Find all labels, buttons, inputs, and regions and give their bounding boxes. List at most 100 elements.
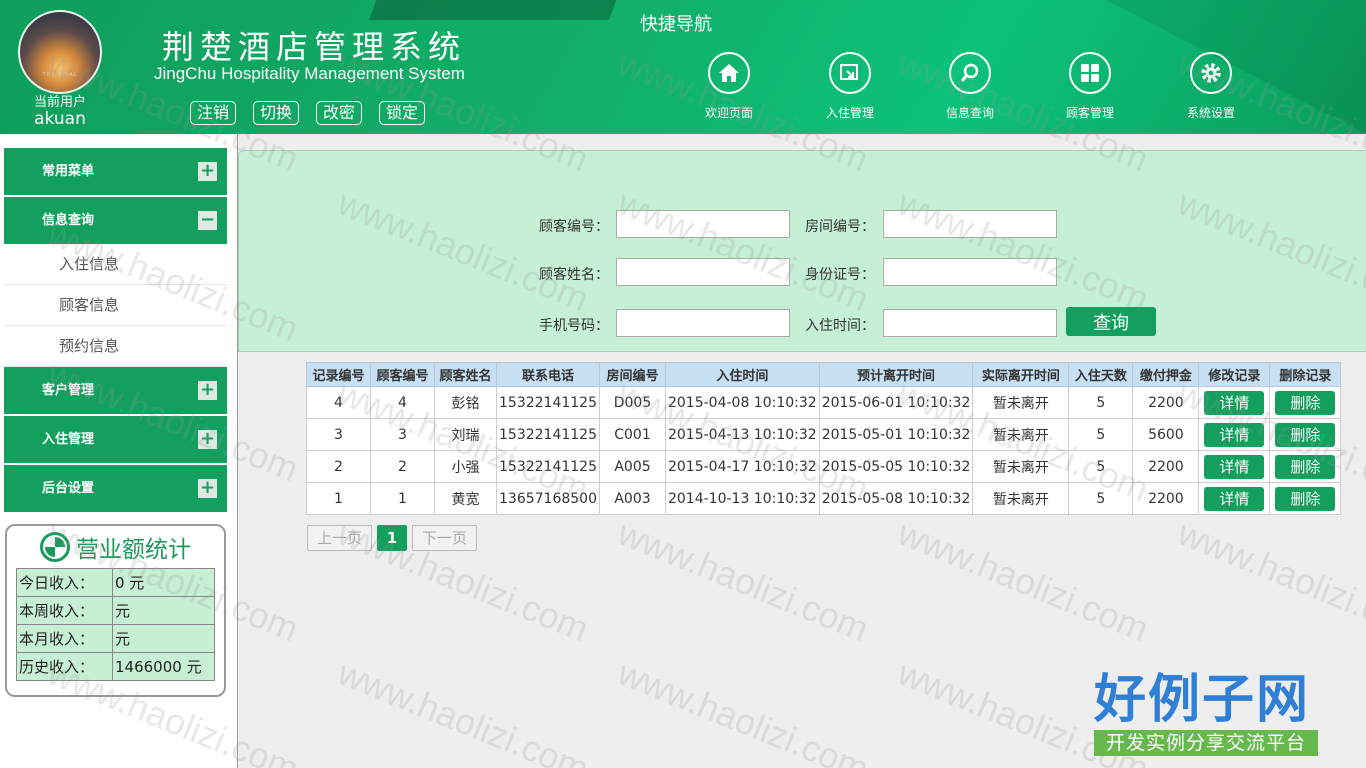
sidebar-item-customer-info[interactable]: 顾客信息 [4, 285, 227, 326]
pie-chart-icon [40, 532, 70, 562]
cell-customer-name: 彭铭 [434, 386, 497, 419]
customer-name-label: 顾客姓名： [539, 267, 609, 283]
phone-input[interactable] [616, 309, 790, 337]
table-row[interactable]: 1 1 黄宽 13657168500 A003 2014-10-13 10:10:32 20… [306, 482, 1342, 515]
checkin-time-input[interactable] [883, 309, 1057, 337]
menu-checkin-management[interactable]: 入住管理 + [4, 416, 227, 463]
delete-button[interactable]: 删除 [1275, 454, 1336, 479]
cell-record-id: 3 [306, 418, 371, 451]
menu-info-query[interactable]: 信息查询 − [4, 197, 227, 244]
room-id-input[interactable] [883, 210, 1057, 238]
customer-id-label: 顾客编号： [539, 219, 609, 235]
table-row[interactable]: 3 3 刘瑞 15322141125 C001 2015-04-13 10:10:32 20… [306, 418, 1342, 451]
lock-button[interactable]: 锁定 [379, 101, 426, 125]
cell-customer-name: 黄宽 [434, 482, 497, 515]
revenue-table: 今日收入： 0 元 本周收入：元 本月收入：元 历史收入： 1466000 元 [16, 568, 215, 681]
stat-value: 元 [112, 596, 215, 625]
quick-nav-settings[interactable]: 系统设置 [1161, 52, 1261, 121]
stat-value: 0 元 [112, 568, 215, 597]
sidebar-item-reservation-info[interactable]: 预约信息 [4, 326, 227, 367]
brand-subtitle: 开发实例分享交流平台 [1094, 730, 1318, 756]
cell-delete-record: 删除 [1269, 450, 1342, 483]
stat-value: 元 [112, 624, 215, 653]
detail-button[interactable]: 详情 [1204, 422, 1265, 447]
expand-icon[interactable]: + [198, 479, 217, 498]
next-page-button[interactable]: 下一页 [412, 525, 478, 551]
switch-user-button[interactable]: 切换 [253, 101, 300, 125]
quick-nav-title: 快捷导航 [640, 14, 712, 35]
detail-button[interactable]: 详情 [1204, 486, 1265, 511]
header-decoration [369, 0, 631, 20]
stat-key: 历史收入： [16, 652, 113, 681]
sidebar-item-checkin-info[interactable]: 入住信息 [4, 244, 227, 285]
cell-delete-record: 删除 [1269, 418, 1342, 451]
delete-button[interactable]: 删除 [1275, 486, 1336, 511]
top-header: THE RIVAL 当前用户 akuan 荆楚酒店管理系统 JingChu Ho… [0, 0, 1366, 134]
menu-customer-management[interactable]: 客户管理 + [4, 367, 227, 414]
table-header-row: 记录编号 顾客编号 顾客姓名 联系电话 房间编号 入住时间 预计离开时间 实际离开时间 入住天数… [306, 362, 1342, 387]
quick-nav-welcome[interactable]: 欢迎页面 [679, 52, 779, 121]
cell-phone: 15322141125 [496, 450, 600, 483]
customer-id-input[interactable] [616, 210, 790, 238]
cell-stay-days: 5 [1068, 386, 1134, 419]
cell-deposit: 2200 [1132, 386, 1200, 419]
cell-edit-record: 详情 [1198, 482, 1271, 515]
avatar[interactable]: THE RIVAL [18, 10, 102, 94]
table-row: 本周收入：元 [16, 596, 215, 625]
current-user-label: 当前用户 [33, 95, 86, 110]
cell-customer-name: 刘瑞 [434, 418, 497, 451]
cell-expected-leave-time: 2015-06-01 10:10:32 [818, 386, 974, 419]
table-row[interactable]: 4 4 彭铭 15322141125 D005 2015-04-08 10:10:32 20… [306, 386, 1342, 419]
menu-backend-settings[interactable]: 后台设置 + [4, 465, 227, 512]
cell-expected-leave-time: 2015-05-08 10:10:32 [818, 482, 974, 515]
prev-page-button[interactable]: 上一页 [307, 525, 373, 551]
detail-button[interactable]: 详情 [1204, 454, 1265, 479]
expand-icon[interactable]: + [198, 381, 217, 400]
watermark-text: www.haolizi.com [1172, 511, 1366, 650]
collapse-icon[interactable]: − [198, 211, 217, 230]
cell-checkin-time: 2015-04-08 10:10:32 [664, 386, 820, 419]
cell-phone: 15322141125 [496, 386, 600, 419]
cell-record-id: 4 [306, 386, 371, 419]
cell-phone: 13657168500 [496, 482, 600, 515]
menu-label: 后台设置 [42, 481, 95, 496]
delete-button[interactable]: 删除 [1275, 390, 1336, 415]
expand-icon[interactable]: + [198, 430, 217, 449]
query-button[interactable]: 查询 [1066, 307, 1156, 336]
column-header-customer-id: 顾客编号 [370, 362, 435, 387]
page-number-button[interactable]: 1 [377, 525, 408, 551]
cell-room-id: A005 [598, 450, 666, 483]
cell-actual-leave-time: 暂未离开 [972, 482, 1070, 515]
cell-delete-record: 删除 [1269, 482, 1342, 515]
quick-nav-search[interactable]: 信息查询 [920, 52, 1020, 121]
watermark-text: www.haolizi.com [612, 651, 875, 768]
stat-key: 今日收入： [16, 568, 113, 597]
cell-room-id: C001 [598, 418, 666, 451]
watermark-text: www.haolizi.com [332, 651, 595, 768]
grid-icon [1069, 52, 1111, 94]
column-header-customer-name: 顾客姓名 [434, 362, 497, 387]
watermark-text: www.haolizi.com [892, 511, 1155, 650]
cell-edit-record: 详情 [1198, 450, 1271, 483]
menu-common[interactable]: 常用菜单 + [4, 148, 227, 195]
expand-icon[interactable]: + [198, 162, 217, 181]
checkin-icon [829, 52, 871, 94]
sidebar-menu: 常用菜单 + 信息查询 − 入住信息 顾客信息 预约信息 客户管理 + 入住管理… [4, 148, 227, 514]
logout-button[interactable]: 注销 [190, 101, 237, 125]
cell-room-id: A003 [598, 482, 666, 515]
quick-nav-checkin[interactable]: 入住管理 [800, 52, 900, 121]
delete-button[interactable]: 删除 [1275, 422, 1336, 447]
quick-nav-customers[interactable]: 顾客管理 [1040, 52, 1140, 121]
current-user: 当前用户 akuan [14, 95, 106, 129]
id-number-input[interactable] [883, 258, 1057, 286]
column-header-edit-record: 修改记录 [1198, 362, 1271, 387]
quick-nav-label: 信息查询 [945, 106, 994, 120]
cell-record-id: 2 [306, 450, 371, 483]
cell-actual-leave-time: 暂未离开 [972, 418, 1070, 451]
cell-customer-id: 1 [370, 482, 435, 515]
change-password-button[interactable]: 改密 [316, 101, 363, 125]
stat-key: 本周收入： [16, 596, 113, 625]
table-row[interactable]: 2 2 小强 15322141125 A005 2015-04-17 10:10:32 20… [306, 450, 1342, 483]
detail-button[interactable]: 详情 [1204, 390, 1265, 415]
customer-name-input[interactable] [616, 258, 790, 286]
